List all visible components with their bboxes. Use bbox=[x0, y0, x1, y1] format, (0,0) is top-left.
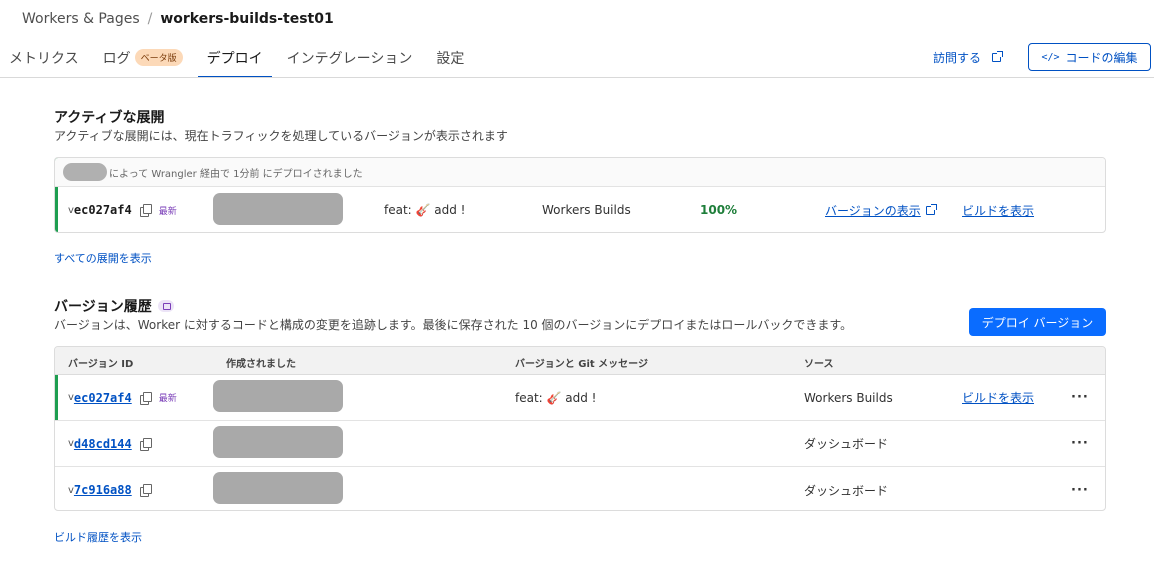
tab-label: インテグレーション bbox=[286, 51, 413, 67]
active-deployment-description: アクティブな展開には、現在トラフィックを処理しているバージョンが表示されます bbox=[54, 129, 508, 143]
tab-label: メトリクス bbox=[9, 51, 79, 67]
commit-message: feat: 🎸 add ! bbox=[515, 390, 597, 405]
tab-metrics[interactable]: メトリクス bbox=[0, 38, 88, 78]
tab-settings[interactable]: 設定 bbox=[427, 38, 473, 78]
copy-icon[interactable] bbox=[139, 391, 152, 405]
column-header-created: 作成されました bbox=[226, 359, 296, 370]
visit-link[interactable]: 訪問する bbox=[933, 49, 1004, 66]
view-build-link[interactable]: ビルドを表示 bbox=[962, 389, 1034, 406]
edit-code-button[interactable]: </> コードの編集 bbox=[1028, 43, 1151, 71]
column-header-message: バージョンと Git メッセージ bbox=[515, 359, 648, 370]
tab-bar: メトリクス ログ ベータ版 デプロイ インテグレーション 設定 bbox=[0, 38, 479, 78]
tab-integrations[interactable]: インテグレーション bbox=[278, 38, 422, 78]
tab-logs[interactable]: ログ ベータ版 bbox=[94, 38, 192, 78]
tab-label: 設定 bbox=[436, 51, 465, 67]
version-source: ダッシュボード bbox=[804, 437, 889, 451]
docs-icon[interactable] bbox=[157, 300, 174, 312]
view-version-label: バージョンの表示 bbox=[825, 203, 921, 218]
row-menu-icon[interactable]: ··· bbox=[1071, 436, 1089, 451]
version-history-description: バージョンは、Worker に対するコードと構成の変更を追跡します。最後に保存さ… bbox=[54, 318, 853, 332]
latest-tag: 最新 bbox=[158, 206, 177, 217]
tab-label: ログ bbox=[102, 51, 131, 67]
column-header-version-id: バージョン ID bbox=[68, 359, 134, 370]
tab-deployments[interactable]: デプロイ bbox=[197, 38, 272, 78]
table-row: v ec027af4 最新 feat: 🎸 add ! Workers Buil… bbox=[55, 375, 1105, 421]
tab-label: デプロイ bbox=[206, 51, 263, 67]
version-history-title-text: バージョン履歴 bbox=[54, 299, 152, 315]
active-deployment-card: によって Wrangler 経由で 1分前 にデプロイされました v ec027… bbox=[54, 157, 1106, 233]
version-id-link[interactable]: d48cd144 bbox=[74, 437, 132, 451]
version-id: ec027af4 bbox=[73, 203, 132, 217]
view-version-link[interactable]: バージョンの表示 bbox=[825, 187, 937, 232]
version-id-link[interactable]: ec027af4 bbox=[74, 391, 132, 405]
view-build-link[interactable]: ビルドを表示 bbox=[962, 202, 1034, 219]
redacted-created bbox=[213, 193, 343, 225]
latest-tag: 最新 bbox=[158, 394, 177, 404]
external-link-icon bbox=[992, 51, 1004, 62]
active-deployment-title: アクティブな展開 bbox=[54, 110, 165, 126]
version-history-table: バージョン ID 作成されました バージョンと Git メッセージ ソース v … bbox=[54, 346, 1106, 511]
version-source: Workers Builds bbox=[804, 390, 893, 405]
redacted-created bbox=[213, 380, 343, 412]
table-row: v 7c916a88 ダッシュボード ··· bbox=[55, 467, 1105, 510]
table-row: v d48cd144 ダッシュボード ··· bbox=[55, 421, 1105, 467]
build-history-link[interactable]: ビルド履歴を表示 bbox=[54, 529, 142, 545]
deploy-version-button[interactable]: デプロイ バージョン bbox=[969, 308, 1106, 336]
external-link-icon bbox=[925, 203, 937, 215]
column-header-source: ソース bbox=[804, 359, 834, 370]
breadcrumb-current: workers-builds-test01 bbox=[160, 11, 334, 27]
redacted-author bbox=[63, 163, 107, 181]
version-id-link[interactable]: 7c916a88 bbox=[74, 483, 132, 497]
breadcrumb-parent[interactable]: Workers & Pages bbox=[22, 11, 140, 27]
version-history-title: バージョン履歴 bbox=[54, 296, 174, 316]
code-icon: </> bbox=[1041, 51, 1060, 63]
table-header: バージョン ID 作成されました バージョンと Git メッセージ ソース bbox=[55, 347, 1105, 375]
row-menu-icon[interactable]: ··· bbox=[1071, 483, 1089, 498]
copy-icon[interactable] bbox=[139, 484, 152, 497]
deployment-meta: によって Wrangler 経由で 1分前 にデプロイされました bbox=[55, 158, 1105, 187]
breadcrumb-separator: / bbox=[147, 11, 153, 27]
edit-code-label: コードの編集 bbox=[1065, 50, 1138, 65]
row-menu-icon[interactable]: ··· bbox=[1071, 390, 1089, 405]
deployment-meta-text: によって Wrangler 経由で 1分前 にデプロイされました bbox=[109, 168, 363, 180]
deployment-source: Workers Builds bbox=[542, 203, 631, 217]
redacted-created bbox=[213, 472, 343, 504]
visit-label: 訪問する bbox=[933, 51, 982, 65]
active-indicator bbox=[55, 375, 58, 420]
beta-badge: ベータ版 bbox=[134, 49, 183, 66]
all-deployments-link[interactable]: すべての展開を表示 bbox=[54, 250, 152, 266]
copy-icon[interactable] bbox=[139, 437, 152, 451]
active-deployment-row: v ec027af4 最新 feat: 🎸 add ! Workers Buil… bbox=[55, 187, 1105, 232]
tab-divider bbox=[0, 77, 1154, 78]
redacted-created bbox=[213, 426, 343, 458]
commit-message: feat: 🎸 add ! bbox=[384, 203, 466, 217]
version-source: ダッシュボード bbox=[804, 483, 889, 498]
copy-icon[interactable] bbox=[139, 204, 152, 217]
breadcrumb: Workers & Pages / workers-builds-test01 bbox=[22, 11, 334, 27]
traffic-percentage: 100% bbox=[700, 203, 738, 217]
